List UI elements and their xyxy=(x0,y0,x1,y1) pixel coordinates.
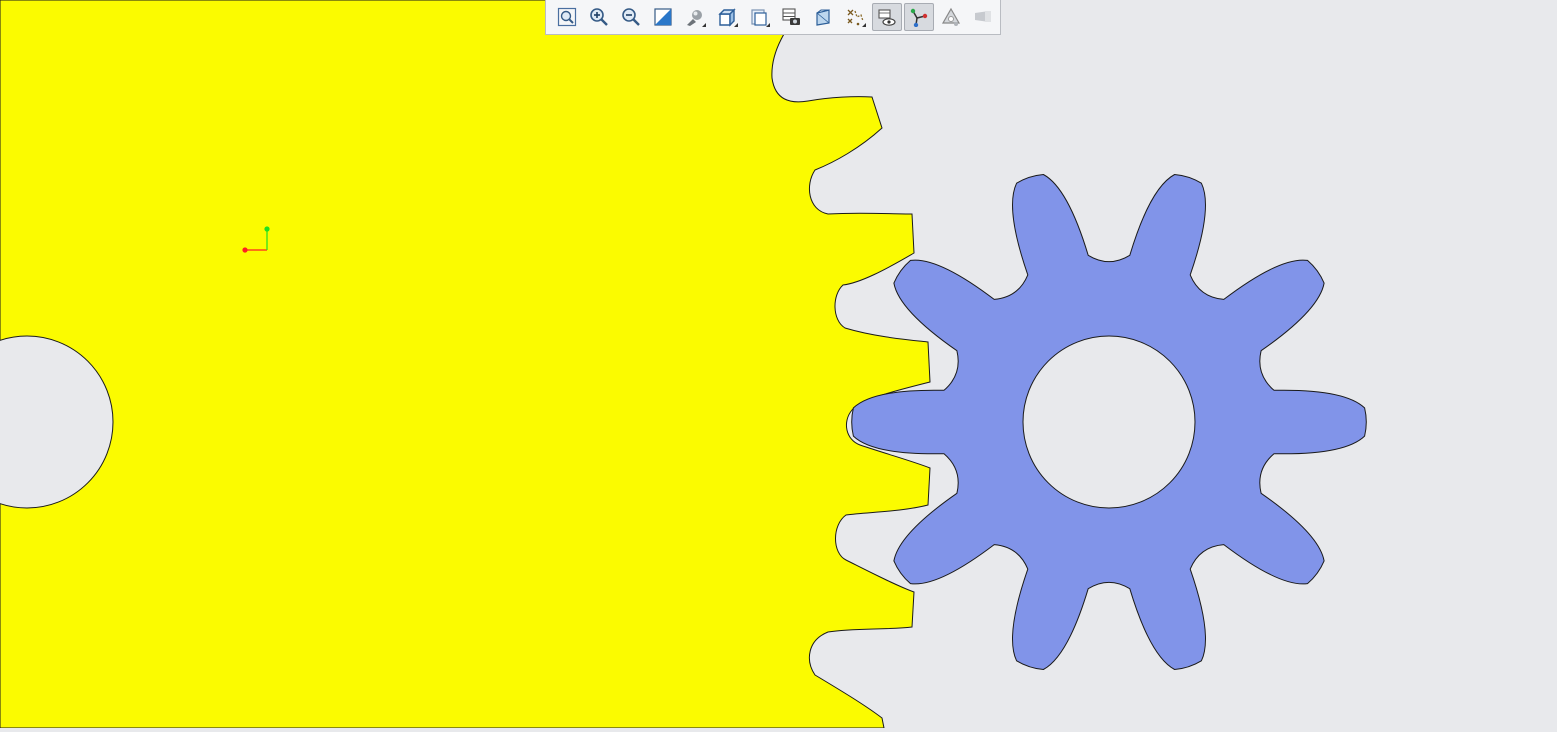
shadow-button[interactable] xyxy=(936,3,966,31)
rack-gear[interactable] xyxy=(0,0,931,729)
zoom-in-button[interactable] xyxy=(584,3,614,31)
zoom-to-fit-button[interactable] xyxy=(552,3,582,31)
section-view-button[interactable] xyxy=(648,3,678,31)
triad-y-icon xyxy=(264,226,270,232)
perspective-icon xyxy=(816,9,830,26)
annotation-icon xyxy=(975,11,991,22)
pinion-gear-bore xyxy=(1022,335,1196,509)
view-orientation-button[interactable] xyxy=(712,3,742,31)
hide-show-button[interactable] xyxy=(744,3,774,31)
graphics-viewport[interactable] xyxy=(0,0,1557,729)
zoom-to-fit-icon xyxy=(557,7,577,27)
pinion-gear[interactable] xyxy=(851,173,1367,671)
datum-display-button[interactable] xyxy=(840,3,870,31)
hidden-line-icon xyxy=(878,9,896,26)
perspective-button[interactable] xyxy=(808,3,838,31)
view-manager-icon xyxy=(782,8,800,25)
shadow-icon xyxy=(941,7,961,26)
triad-display-icon xyxy=(910,8,928,27)
view-manager-button[interactable] xyxy=(776,3,806,31)
graphics-toolbar xyxy=(545,0,1001,35)
hidden-line-button[interactable] xyxy=(872,3,902,31)
triad-x-icon xyxy=(242,247,248,253)
zoom-out-icon xyxy=(622,8,640,26)
section-view-icon xyxy=(654,8,672,26)
zoom-in-icon xyxy=(590,8,608,26)
display-style-button[interactable] xyxy=(680,3,710,31)
zoom-out-button[interactable] xyxy=(616,3,646,31)
annotation-button[interactable] xyxy=(968,3,998,31)
model-canvas[interactable] xyxy=(0,0,1557,729)
triad-display-button[interactable] xyxy=(904,3,934,31)
